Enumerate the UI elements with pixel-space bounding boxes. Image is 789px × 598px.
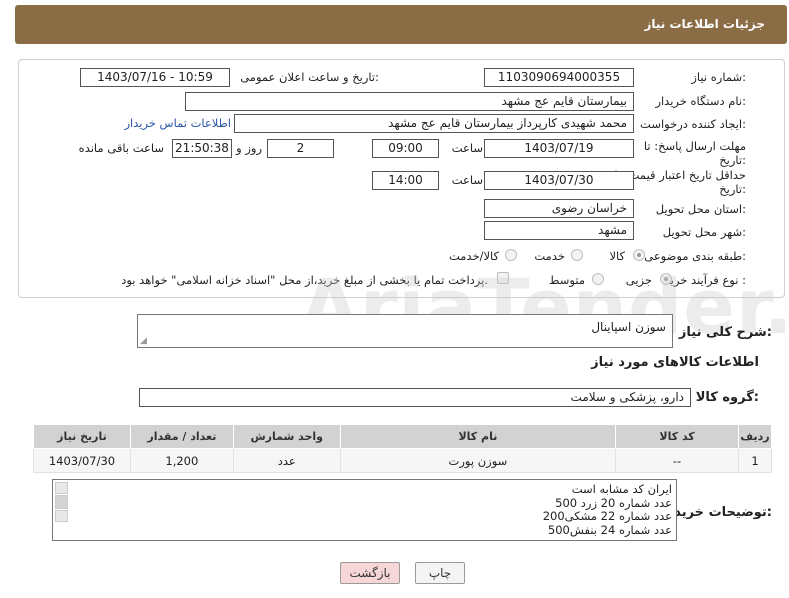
goods-group-label: گروه کالا: — [695, 390, 759, 405]
creator-field: محمد شهیدی کارپرداز بیمارستان قایم عج مش… — [234, 114, 634, 133]
col-item-code: کد کالا — [615, 424, 739, 449]
buyer-org-field: بیمارستان قایم عج مشهد — [185, 92, 634, 111]
category-label: طبقه بندی موضوعی: — [644, 249, 746, 263]
col-quantity: تعداد / مقدار — [129, 424, 234, 449]
need-number-label: شماره نیاز: — [691, 70, 746, 84]
notes-scrollbar[interactable] — [55, 482, 69, 539]
time-remaining-field: 21:50:38 — [172, 139, 232, 158]
goods-group-field: دارو، پزشکی و سلامت — [139, 388, 691, 407]
process-medium-label: متوسط — [548, 273, 585, 287]
cell-need-date: 1403/07/30 — [33, 448, 131, 473]
deadline-date-field: 1403/07/19 — [484, 139, 634, 158]
need-number-field: 1103090694000355 — [484, 68, 634, 87]
process-label: نوع فرآیند خرید : — [664, 273, 746, 287]
scroll-thumb[interactable] — [55, 495, 68, 509]
print-button[interactable]: چاپ — [415, 562, 465, 584]
process-minor-label: جزیی — [625, 273, 652, 287]
table-row[interactable]: 1403/07/30 1,200 عدد سوزن پورت -- 1 — [33, 448, 773, 473]
cell-quantity: 1,200 — [129, 448, 234, 473]
announce-date-label: تاریخ و ساعت اعلان عمومی: — [240, 70, 379, 84]
table-header-row: تاریخ نیاز تعداد / مقدار واحد شمارش نام … — [33, 424, 773, 449]
col-need-date: تاریخ نیاز — [33, 424, 131, 449]
page-header: جزئیات اطلاعات نیاز — [15, 5, 787, 44]
city-field: مشهد — [484, 221, 634, 240]
days-label: روز و — [236, 141, 262, 155]
category-service-label: خدمت — [534, 249, 565, 263]
goods-info-title: اطلاعات کالاهای مورد نیاز — [591, 355, 759, 370]
category-goods-radio[interactable] — [633, 249, 645, 261]
col-item-name: نام کالا — [339, 424, 617, 449]
category-service-radio[interactable] — [571, 249, 583, 261]
back-button[interactable]: بازگشت — [340, 562, 400, 584]
validity-date-label: تاریخ: — [719, 182, 746, 196]
province-field: خراسان رضوی — [484, 199, 634, 218]
deadline-time-field: 09:00 — [372, 139, 439, 158]
cell-unit: عدد — [232, 448, 341, 473]
col-unit: واحد شمارش — [232, 424, 341, 449]
buyer-note-line: 200عدد شماره 22 مشکی — [542, 509, 672, 524]
category-goods-service-radio[interactable] — [505, 249, 517, 261]
col-row: ردیف — [737, 424, 773, 449]
validity-time-field: 14:00 — [372, 171, 439, 190]
time-remaining-label: ساعت باقی مانده — [78, 141, 164, 155]
page-title: جزئیات اطلاعات نیاز — [644, 17, 765, 31]
creator-label: ایجاد کننده درخواست: — [640, 117, 746, 131]
buyer-note-line: 500 عدد شماره 20 زرد — [555, 495, 672, 510]
buyer-note-line: ایران کد مشابه است — [571, 482, 672, 496]
cell-item-name: سوزن پورت — [339, 448, 617, 473]
process-minor-radio[interactable] — [660, 273, 672, 285]
province-label: استان محل تحویل: — [655, 202, 746, 216]
buyer-notes-text: ایران کد مشابه است 500 عدد شماره 20 زرد … — [542, 482, 672, 537]
deadline-date-label: تاریخ: — [719, 153, 746, 167]
days-remaining-field: 2 — [267, 139, 334, 158]
validity-date-field: 1403/07/30 — [484, 171, 634, 190]
scroll-up-button[interactable] — [55, 482, 68, 494]
cell-row: 1 — [737, 448, 773, 473]
deadline-label: مهلت ارسال پاسخ: تا — [643, 139, 746, 153]
process-medium-radio[interactable] — [592, 273, 604, 285]
category-goods-service-label: کالا/خدمت — [448, 249, 499, 263]
validity-time-label: ساعت — [451, 173, 483, 187]
category-goods-label: کالا — [609, 249, 625, 263]
cell-item-code: -- — [615, 448, 739, 473]
summary-textarea[interactable]: سوزن اسپاینال ◢ — [137, 314, 673, 348]
city-label: شهر محل تحویل: — [662, 225, 746, 239]
summary-text: سوزن اسپاینال — [591, 320, 666, 334]
buyer-note-line: 500عدد شماره 24 بنفش — [547, 522, 672, 537]
buyer-org-label: نام دستگاه خریدار: — [655, 94, 746, 108]
validity-label: حداقل تاریخ اعتبار قیمت: تا — [614, 168, 746, 182]
treasury-payment-checkbox[interactable] — [497, 272, 509, 284]
buyer-contact-link[interactable]: اطلاعات تماس خریدار — [124, 116, 231, 130]
scroll-down-button[interactable] — [55, 510, 68, 522]
deadline-time-label: ساعت — [451, 141, 483, 155]
buyer-notes-label: توضیحات خریدار: — [662, 505, 772, 520]
announce-date-field: 1403/07/16 - 10:59 — [80, 68, 230, 87]
summary-label: شرح کلی نیاز: — [678, 325, 772, 340]
goods-table: تاریخ نیاز تعداد / مقدار واحد شمارش نام … — [33, 424, 773, 473]
treasury-payment-note: پرداخت تمام یا بخشی از مبلغ خرید،از محل … — [121, 273, 488, 287]
buyer-notes-textarea[interactable]: ایران کد مشابه است 500 عدد شماره 20 زرد … — [52, 479, 677, 541]
resize-handle-icon[interactable]: ◢ — [140, 336, 147, 346]
